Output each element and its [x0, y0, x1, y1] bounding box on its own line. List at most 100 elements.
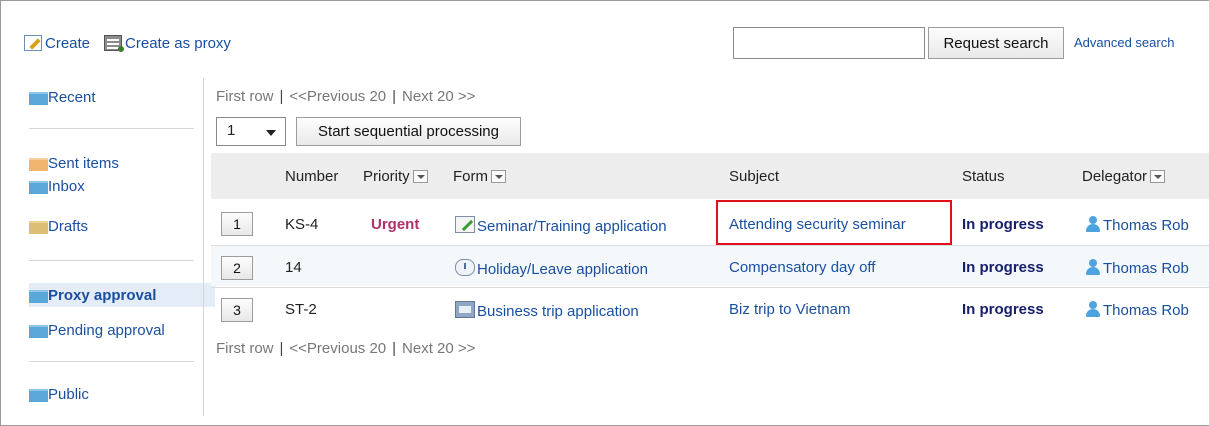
priority-badge: Urgent: [371, 216, 420, 233]
form-label: Seminar/Training application: [477, 218, 667, 235]
row-number-button[interactable]: 1: [221, 212, 253, 236]
column-header-label: Status: [962, 168, 1005, 185]
folder-icon: [29, 181, 48, 194]
delegator-filter-dropdown-icon[interactable]: [1150, 170, 1166, 183]
folder-icon: [29, 389, 48, 402]
column-header-subject: Subject: [729, 168, 779, 185]
sidebar-item-sent-items[interactable]: Sent items: [29, 155, 119, 173]
advanced-search-link[interactable]: Advanced search: [1074, 35, 1174, 50]
column-header-label: Priority: [363, 168, 410, 185]
column-header-number: Number: [285, 168, 338, 185]
column-header-label: Number: [285, 168, 339, 185]
sidebar-item-label: Pending approval: [48, 322, 165, 339]
create-as-proxy-link[interactable]: Create as proxy: [104, 35, 231, 52]
delegator-link[interactable]: Thomas Rob: [1086, 259, 1189, 277]
folder-icon: [29, 92, 48, 105]
column-header-delegator: Delegator: [1082, 168, 1166, 185]
create-icon: [24, 35, 42, 51]
first-row-link[interactable]: First row: [216, 88, 274, 105]
status-label: In progress: [962, 301, 1044, 318]
folder-icon: [29, 158, 48, 171]
form-filter-dropdown-icon[interactable]: [491, 170, 506, 183]
sidebar-item-public[interactable]: Public: [29, 386, 89, 404]
column-header-label: Subject: [729, 168, 780, 185]
proxy-icon: [104, 35, 125, 52]
form-link[interactable]: Holiday/Leave application: [455, 259, 648, 278]
sidebar-item-label: Recent: [48, 89, 96, 106]
folder-icon: [29, 290, 48, 303]
column-header-status: Status: [962, 168, 1005, 185]
create-link[interactable]: Create: [24, 35, 90, 52]
sidebar-item-recent[interactable]: Recent: [29, 89, 96, 107]
sidebar-divider: [29, 361, 194, 362]
sidebar-item-label: Inbox: [48, 178, 85, 195]
sidebar-item-pending-approval[interactable]: Pending approval: [29, 322, 165, 340]
table-row: [211, 205, 1209, 245]
sidebar-item-drafts[interactable]: Drafts: [29, 218, 88, 236]
next-20-link[interactable]: Next 20 >>: [402, 88, 475, 105]
delegator-link[interactable]: Thomas Rob: [1086, 216, 1189, 234]
column-header-label: Delegator: [1082, 168, 1148, 185]
row-number-button[interactable]: 3: [221, 298, 253, 322]
column-header-form: Form: [453, 168, 506, 185]
sequence-select-value: 1: [227, 122, 236, 139]
pager-separator: |: [279, 340, 284, 357]
toolbar: Create Create as proxy: [24, 32, 231, 54]
request-number: KS-4: [285, 216, 319, 233]
holiday-form-icon: [455, 259, 475, 276]
chevron-down-icon: [266, 130, 276, 136]
sidebar-item-proxy-approval[interactable]: Proxy approval: [29, 287, 156, 305]
pager-top: First row | <<Previous 20 | Next 20 >>: [216, 88, 475, 105]
form-link[interactable]: Business trip application: [455, 301, 639, 320]
delegator-link[interactable]: Thomas Rob: [1086, 301, 1189, 319]
sidebar-item-label: Drafts: [48, 218, 89, 235]
folder-icon: [29, 221, 48, 234]
user-icon: [1086, 259, 1100, 275]
create-label: Create: [45, 34, 91, 52]
delegator-name: Thomas Rob: [1103, 217, 1189, 234]
sidebar-item-label: Sent items: [48, 155, 119, 172]
table-row: [211, 288, 1209, 328]
first-row-link[interactable]: First row: [216, 340, 274, 357]
table-row: [211, 246, 1209, 286]
column-header-priority: Priority: [363, 168, 428, 185]
previous-20-link[interactable]: <<Previous 20: [289, 88, 386, 105]
pager-bottom: First row | <<Previous 20 | Next 20 >>: [216, 340, 475, 357]
start-sequential-processing-button[interactable]: Start sequential processing: [296, 117, 521, 146]
pager-separator: |: [392, 340, 397, 357]
subject-highlight-box: [716, 200, 952, 245]
form-label: Holiday/Leave application: [477, 261, 648, 278]
row-number-button[interactable]: 2: [221, 256, 253, 280]
sidebar-item-label: Public: [48, 386, 89, 403]
form-label: Business trip application: [477, 303, 639, 320]
seminar-form-icon: [455, 216, 475, 233]
status-label: In progress: [962, 259, 1044, 276]
priority-filter-dropdown-icon[interactable]: [412, 170, 428, 183]
column-header-label: Form: [453, 168, 488, 185]
user-icon: [1086, 301, 1100, 317]
form-link[interactable]: Seminar/Training application: [455, 216, 667, 235]
user-icon: [1086, 216, 1100, 232]
subject-link[interactable]: Biz trip to Vietnam: [729, 301, 850, 318]
folder-icon: [29, 325, 48, 338]
request-number: ST-2: [285, 301, 317, 318]
delegator-name: Thomas Rob: [1103, 260, 1189, 277]
next-20-link[interactable]: Next 20 >>: [402, 340, 475, 357]
sidebar-item-inbox[interactable]: Inbox: [29, 178, 85, 196]
subject-link[interactable]: Compensatory day off: [729, 259, 875, 276]
create-as-proxy-label: Create as proxy: [125, 34, 231, 52]
pager-separator: |: [279, 88, 284, 105]
sidebar-divider: [29, 260, 194, 261]
sidebar-item-label: Proxy approval: [48, 287, 157, 304]
request-number: 14: [285, 259, 302, 276]
table-header: [211, 153, 1209, 199]
sidebar-divider-vertical: [203, 78, 204, 416]
sequence-select[interactable]: 1: [216, 117, 286, 146]
sidebar-divider: [29, 128, 194, 129]
request-search-button[interactable]: Request search: [928, 27, 1064, 59]
previous-20-link[interactable]: <<Previous 20: [289, 340, 386, 357]
delegator-name: Thomas Rob: [1103, 302, 1189, 319]
status-label: In progress: [962, 216, 1044, 233]
business-trip-form-icon: [455, 301, 475, 318]
search-input[interactable]: [733, 27, 925, 59]
